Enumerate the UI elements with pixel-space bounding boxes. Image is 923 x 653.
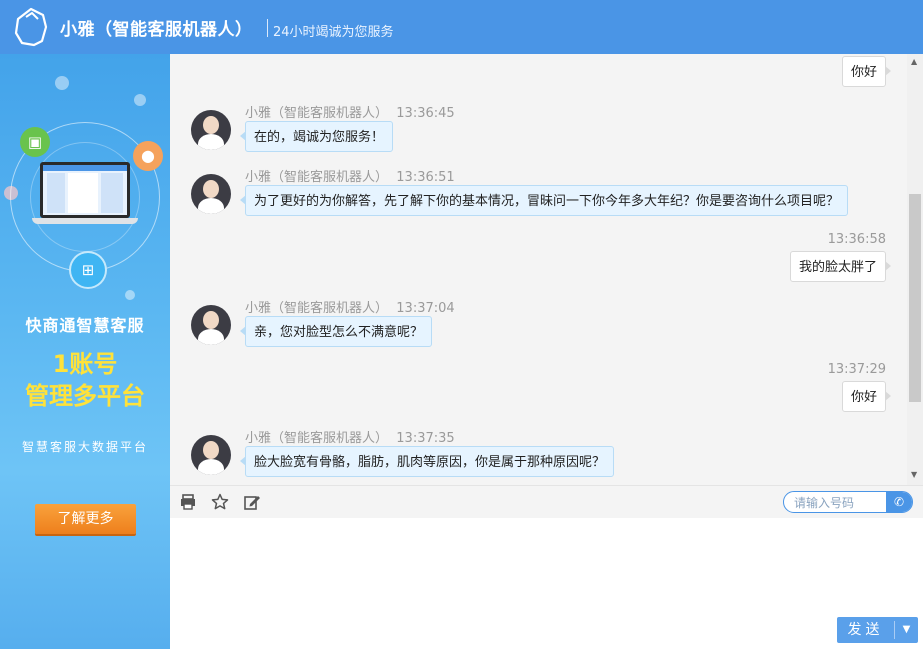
page-subtitle: 24小时竭诚为您服务 [273,25,394,40]
promo-headline: 快商通智慧客服 [25,316,145,335]
header-bar: 小雅（智能客服机器人） 24小时竭诚为您服务 [0,0,923,54]
phone-number-box: ✆ [783,491,913,513]
message-time: 13:36:45 [396,106,455,121]
bot-message-bubble: 亲，您对脸型怎么不满意呢？ [239,316,433,347]
laptop-base [32,218,138,224]
windows-icon: ⊞ [69,251,107,289]
edit-icon[interactable] [243,493,261,511]
promo-highlight-line2: 管理多平台 [25,382,145,410]
bot-message-bubble: 为了更好的为你解答，先了解下你的基本情况，冒昧问一下你今年多大年纪？你是要咨询什… [239,185,849,216]
bot-message-bubble: 脸大脸宽有骨骼，脂肪，肌肉等原因，你是属于那种原因呢？ [239,446,615,477]
learn-more-button[interactable]: 了解更多 [35,504,136,534]
star-icon[interactable] [211,493,229,511]
bot-avatar [191,305,231,345]
bot-avatar [191,435,231,475]
print-icon[interactable] [179,493,197,511]
bot-avatar [191,110,231,150]
decor-dot [134,94,146,106]
promo-sidebar[interactable]: ▣ ● ⊞ 快商通智慧客服 1账号 管理多平台 智慧客服大数据平台 了解更多 [0,54,170,649]
bot-message-meta: 小雅（智能客服机器人） 13:37:04 [245,297,455,316]
apple-icon: ● [133,141,163,171]
phone-number-input[interactable] [792,494,888,512]
bot-avatar [191,174,231,214]
chat-toolbar: ✆ [170,485,923,518]
bot-sender-name: 小雅（智能客服机器人） [245,170,389,185]
promo-highlight-line1: 1账号 [52,350,118,378]
send-button[interactable]: 发送 [837,617,894,643]
user-message-bubble: 你好 [841,56,892,87]
message-input[interactable] [170,518,923,649]
bot-message-meta: 小雅（智能客服机器人） 13:36:45 [245,102,455,121]
user-message-bubble: 我的脸太胖了 [789,251,892,282]
chat-history[interactable]: 你好 小雅（智能客服机器人） 13:36:45 在的，竭诚为您服务！ 小雅（智能… [170,54,907,485]
bot-sender-name: 小雅（智能客服机器人） [245,106,389,121]
user-message-bubble: 你好 [841,381,892,412]
message-time: 13:37:04 [396,301,455,316]
bot-message-bubble: 在的，竭诚为您服务！ [239,121,394,152]
header-divider [267,19,268,37]
chevron-down-icon[interactable]: ▼ [895,617,918,643]
promo-highlight: 1账号 管理多平台 [0,348,170,412]
android-icon: ▣ [20,127,50,157]
logo-icon [14,7,48,47]
laptop-illustration [40,162,130,218]
send-button-group: 发送 ▼ [837,617,918,643]
bot-sender-name: 小雅（智能客服机器人） [245,301,389,316]
message-time: 13:36:58 [827,232,886,247]
decor-dot [55,76,69,90]
message-time: 13:37:35 [396,431,455,446]
scroll-down-icon[interactable]: ▼ [911,470,917,479]
bot-message-meta: 小雅（智能客服机器人） 13:37:35 [245,427,455,446]
bot-sender-name: 小雅（智能客服机器人） [245,431,389,446]
bot-message-meta: 小雅（智能客服机器人） 13:36:51 [245,166,455,185]
chat-scrollbar[interactable]: ▲ ▼ [907,54,923,485]
message-time: 13:37:29 [827,362,886,377]
message-time: 13:36:51 [396,170,455,185]
page-title: 小雅（智能客服机器人） [60,20,253,40]
decor-dot [125,290,135,300]
message-input-area [170,518,923,649]
scroll-up-icon[interactable]: ▲ [911,57,917,66]
promo-tagline: 智慧客服大数据平台 [21,440,148,454]
phone-icon[interactable]: ✆ [886,492,912,512]
scrollbar-thumb[interactable] [909,194,921,402]
